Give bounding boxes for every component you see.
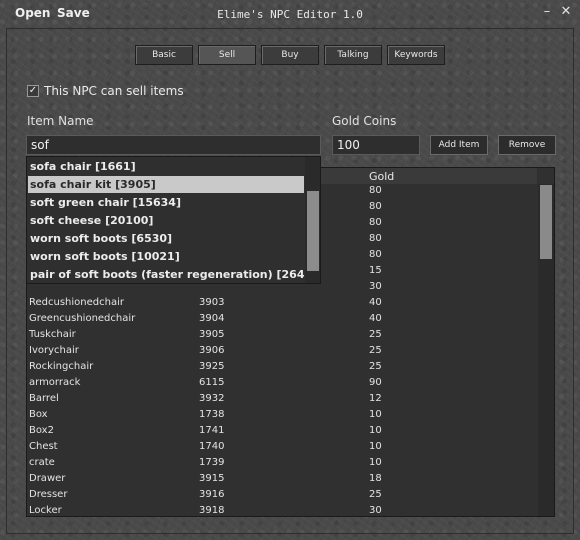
item-id-cell: 1740 [199,441,225,452]
item-id-cell: 1739 [199,457,225,468]
item-id-cell: 1738 [199,409,225,420]
table-row[interactable]: Chest 1740 10 [27,440,537,456]
gold-cell: 18 [369,473,382,484]
gold-cell: 10 [369,425,382,436]
item-id-cell: 3904 [199,313,225,324]
table-row[interactable]: Box 1738 10 [27,408,537,424]
autocomplete-item[interactable]: sofa chair [1661] [28,158,304,175]
gold-cell: 80 [369,233,382,244]
tab-keywords[interactable]: Keywords [387,45,445,65]
item-name-cell: Box [29,409,48,420]
table-row[interactable]: Barrel 3932 12 [27,392,537,408]
gold-cell: 10 [369,457,382,468]
autocomplete-item[interactable]: worn soft boots [6530] [28,230,304,247]
item-id-cell: 3918 [199,505,225,516]
item-id-cell: 3916 [199,489,225,500]
item-name-cell: Locker [29,505,62,516]
autocomplete-item[interactable]: soft cheese [20100] [28,212,304,229]
can-sell-label: This NPC can sell items [44,84,184,98]
remove-button[interactable]: Remove [498,135,556,155]
checkmark-icon: ✓ [28,85,38,96]
table-scrollbar[interactable] [538,184,554,516]
item-name-cell: Redcushionedchair [29,297,124,308]
gold-cell: 25 [369,361,382,372]
dropdown-scrollbar-thumb[interactable] [307,191,319,271]
autocomplete-dropdown: pair of soft boots (faster regeneration)… [26,156,321,284]
gold-cell: 30 [369,281,382,292]
item-id-cell: 3905 [199,329,225,340]
minimize-icon[interactable]: – [539,4,555,22]
table-row[interactable]: Ivorychair 3906 25 [27,344,537,360]
table-row[interactable]: Box2 1741 10 [27,424,537,440]
gold-cell: 80 [369,249,382,260]
item-name-cell: Tuskchair [29,329,76,340]
dropdown-scrollbar[interactable] [305,157,320,283]
gold-cell: 10 [369,441,382,452]
item-name-cell: Barrel [29,393,59,404]
item-name-input[interactable] [26,135,321,155]
item-name-cell: Box2 [29,425,54,436]
tab-basic[interactable]: Basic [135,45,193,65]
column-header-gold: Gold [369,170,395,183]
item-id-cell: 3925 [199,361,225,372]
item-name-cell: Chest [29,441,58,452]
gold-cell: 12 [369,393,382,404]
gold-cell: 10 [369,409,382,420]
can-sell-checkbox[interactable]: ✓ [27,85,39,97]
gold-cell: 25 [369,345,382,356]
item-name-cell: Ivorychair [29,345,79,356]
autocomplete-item[interactable]: worn soft boots [10021] [28,248,304,265]
gold-cell: 15 [369,265,382,276]
add-item-button[interactable]: Add Item [430,135,488,155]
close-icon[interactable]: ✕ [558,4,574,22]
autocomplete-item[interactable]: soft green chair [15634] [28,194,304,211]
item-id-cell: 1741 [199,425,225,436]
tab-talking[interactable]: Talking [324,45,382,65]
table-row[interactable]: Locker 3918 30 [27,504,537,516]
gold-cell: 90 [369,377,382,388]
table-row[interactable]: Drawer 3915 18 [27,472,537,488]
table-scrollbar-thumb[interactable] [540,185,552,259]
item-name-cell: Drawer [29,473,66,484]
tab-buy[interactable]: Buy [261,45,319,65]
gold-cell: 40 [369,297,382,308]
gold-cell: 25 [369,489,382,500]
item-name-cell: armorrack [29,377,81,388]
item-name-cell: crate [29,457,55,468]
item-id-cell: 6115 [199,377,225,388]
item-id-cell: 3906 [199,345,225,356]
autocomplete-item[interactable]: sofa chair kit [3905] [28,176,304,193]
gold-cell: 40 [369,313,382,324]
gold-coins-input[interactable] [332,135,420,155]
gold-coins-label: Gold Coins [332,114,397,128]
gold-cell: 80 [369,201,382,212]
table-row[interactable]: Rockingchair 3925 25 [27,360,537,376]
item-name-cell: Dresser [29,489,68,500]
item-name-cell: Rockingchair [29,361,94,372]
window-title: Elime's NPC Editor 1.0 [217,8,363,21]
table-row[interactable]: armorrack 6115 90 [27,376,537,392]
item-id-cell: 3932 [199,393,225,404]
autocomplete-item[interactable]: pair of soft boots (faster regeneration)… [28,266,317,283]
item-id-cell: 3903 [199,297,225,308]
gold-cell: 80 [369,185,382,196]
gold-cell: 80 [369,217,382,228]
table-row[interactable]: Redcushionedchair 3903 40 [27,296,537,312]
table-row[interactable]: Dresser 3916 25 [27,488,537,504]
table-row[interactable]: Greencushionedchair 3904 40 [27,312,537,328]
item-id-cell: 3915 [199,473,225,484]
table-row[interactable]: crate 1739 10 [27,456,537,472]
table-row[interactable]: Tuskchair 3905 25 [27,328,537,344]
title-bar: Open Save Elime's NPC Editor 1.0 – ✕ [0,0,580,28]
tab-sell[interactable]: Sell [198,45,256,65]
gold-cell: 30 [369,505,382,516]
item-name-cell: Greencushionedchair [29,313,136,324]
gold-cell: 25 [369,329,382,340]
item-name-label: Item Name [27,114,94,128]
